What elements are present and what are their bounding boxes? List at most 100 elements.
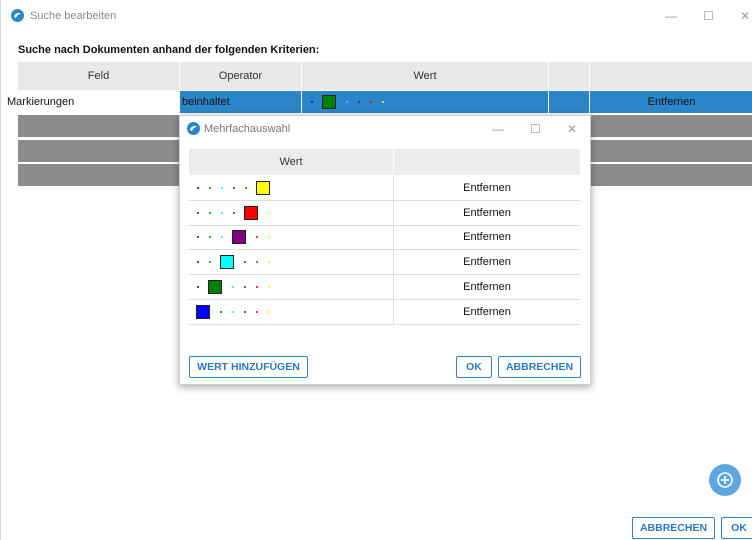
selected-color-swatch[interactable] bbox=[256, 181, 270, 195]
color-option-dot[interactable] bbox=[346, 101, 348, 103]
column-header-label: Wert bbox=[279, 156, 303, 168]
color-option-dot[interactable] bbox=[256, 285, 258, 288]
dialog-cancel-button[interactable]: ABBRECHEN bbox=[498, 356, 581, 378]
color-option-dot[interactable] bbox=[311, 101, 313, 103]
selected-color-swatch[interactable] bbox=[196, 304, 210, 319]
operator-value: beinhaltet bbox=[182, 96, 230, 108]
remove-value-button[interactable]: Entfernen bbox=[393, 250, 580, 275]
close-icon[interactable]: ✕ bbox=[740, 10, 750, 22]
color-option-dot[interactable] bbox=[197, 187, 199, 189]
column-header-label: Operator bbox=[218, 70, 263, 82]
color-option-dot[interactable] bbox=[370, 101, 372, 103]
color-option-dot[interactable] bbox=[197, 261, 199, 264]
dialog-value-row[interactable]: Entfernen bbox=[189, 176, 580, 201]
color-option-dot[interactable] bbox=[197, 211, 199, 214]
remove-label: Entfernen bbox=[463, 280, 511, 293]
color-option-dot[interactable] bbox=[256, 310, 258, 313]
ok-button[interactable]: OK bbox=[721, 517, 752, 539]
color-option-dot[interactable] bbox=[244, 285, 246, 288]
selected-color-swatch[interactable] bbox=[322, 95, 336, 109]
color-option-dot[interactable] bbox=[268, 236, 270, 239]
color-option-dot[interactable] bbox=[244, 310, 246, 313]
color-option-dot[interactable] bbox=[220, 310, 222, 313]
color-option-dot[interactable] bbox=[197, 285, 199, 288]
field-value: Markierungen bbox=[7, 96, 75, 108]
selected-color-swatch[interactable] bbox=[208, 279, 222, 294]
criteria-row-field[interactable]: Markierungen bbox=[1, 91, 180, 113]
add-criterion-button[interactable] bbox=[709, 464, 741, 496]
value-color-swatches[interactable] bbox=[189, 201, 393, 225]
cancel-label: ABBRECHEN bbox=[639, 522, 708, 534]
remove-value-button[interactable]: Entfernen bbox=[393, 274, 580, 299]
remove-label: Entfernen bbox=[463, 206, 511, 219]
remove-criterion-button[interactable]: Entfernen bbox=[590, 91, 752, 113]
maximize-icon[interactable]: ☐ bbox=[530, 123, 541, 135]
dialog-value-row[interactable]: Entfernen bbox=[189, 225, 580, 251]
color-option-dot[interactable] bbox=[268, 261, 270, 264]
color-option-dot[interactable] bbox=[197, 236, 199, 239]
color-option-dot[interactable] bbox=[221, 236, 223, 239]
color-option-dot[interactable] bbox=[209, 236, 211, 239]
dialog-value-row[interactable]: Entfernen bbox=[189, 250, 580, 276]
title-bar: Suche bearbeiten — ☐ ✕ bbox=[1, 0, 752, 32]
dialog-value-row[interactable]: Entfernen bbox=[189, 299, 580, 325]
app-logo-icon bbox=[11, 9, 24, 22]
dialog-value-row[interactable]: Entfernen bbox=[189, 200, 580, 226]
selected-color-swatch[interactable] bbox=[220, 255, 234, 270]
remove-value-button[interactable]: Entfernen bbox=[393, 176, 580, 200]
column-header-label: Wert bbox=[413, 70, 437, 82]
remove-value-button[interactable]: Entfernen bbox=[393, 225, 580, 250]
remove-label: Entfernen bbox=[463, 256, 511, 269]
color-option-dot[interactable] bbox=[232, 310, 234, 313]
remove-value-button[interactable]: Entfernen bbox=[393, 200, 580, 225]
cancel-label: ABBRECHEN bbox=[505, 361, 574, 373]
ok-label: OK bbox=[731, 522, 747, 534]
color-option-dot[interactable] bbox=[268, 310, 270, 313]
selected-color-swatch[interactable] bbox=[244, 205, 258, 220]
value-color-swatches bbox=[302, 91, 549, 113]
color-option-dot[interactable] bbox=[268, 211, 270, 214]
color-option-dot[interactable] bbox=[358, 101, 360, 103]
cancel-button[interactable]: ABBRECHEN bbox=[632, 517, 715, 539]
color-option-dot[interactable] bbox=[209, 187, 211, 189]
color-option-dot[interactable] bbox=[221, 211, 223, 214]
color-option-dot[interactable] bbox=[244, 261, 246, 264]
maximize-icon[interactable]: ☐ bbox=[703, 10, 714, 22]
dialog-value-row[interactable]: Entfernen bbox=[189, 274, 580, 300]
remove-value-button[interactable]: Entfernen bbox=[393, 299, 580, 324]
selected-color-swatch[interactable] bbox=[232, 230, 246, 245]
color-option-dot[interactable] bbox=[209, 261, 211, 264]
dialog-ok-button[interactable]: OK bbox=[456, 356, 492, 378]
value-color-swatches[interactable] bbox=[189, 275, 393, 299]
dialog-title: Mehrfachauswahl bbox=[204, 123, 291, 135]
remove-label: Entfernen bbox=[463, 305, 511, 318]
color-option-dot[interactable] bbox=[256, 236, 258, 239]
value-color-swatches[interactable] bbox=[189, 300, 393, 324]
criteria-row-operator[interactable]: beinhaltet bbox=[180, 91, 302, 113]
color-option-dot[interactable] bbox=[209, 211, 211, 214]
criteria-heading: Suche nach Dokumenten anhand der folgend… bbox=[18, 44, 320, 56]
close-icon[interactable]: ✕ bbox=[567, 123, 577, 135]
color-option-dot[interactable] bbox=[232, 285, 234, 288]
window-title: Suche bearbeiten bbox=[30, 10, 117, 22]
add-value-button[interactable]: WERT HINZUFÜGEN bbox=[189, 356, 308, 378]
color-option-dot[interactable] bbox=[382, 101, 384, 103]
column-header-operator: Operator bbox=[180, 62, 302, 90]
color-option-dot[interactable] bbox=[233, 211, 235, 214]
dialog-column-header-action bbox=[394, 149, 580, 175]
color-option-dot[interactable] bbox=[233, 187, 235, 189]
multi-select-dialog: Mehrfachauswahl — ☐ ✕ Wert Entfernen Entf… bbox=[179, 115, 591, 385]
value-color-swatches[interactable] bbox=[189, 250, 393, 274]
minimize-icon[interactable]: — bbox=[492, 123, 504, 135]
value-color-swatches[interactable] bbox=[189, 176, 393, 200]
remove-label: Entfernen bbox=[647, 96, 696, 108]
color-option-dot[interactable] bbox=[256, 261, 258, 264]
color-option-dot[interactable] bbox=[268, 285, 270, 288]
column-header-value: Wert bbox=[302, 62, 549, 90]
column-header-action bbox=[590, 62, 752, 90]
color-option-dot[interactable] bbox=[245, 187, 247, 189]
criteria-row-value[interactable] bbox=[302, 91, 549, 113]
value-color-swatches[interactable] bbox=[189, 225, 393, 249]
minimize-icon[interactable]: — bbox=[665, 10, 677, 22]
color-option-dot[interactable] bbox=[221, 187, 223, 189]
